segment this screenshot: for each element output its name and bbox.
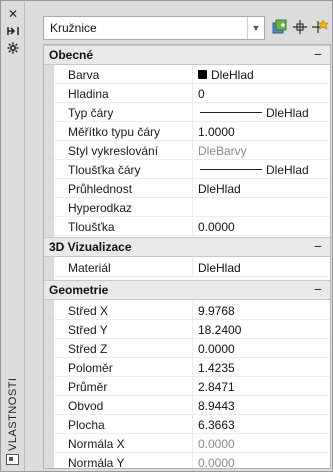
property-row-tloustka-cary[interactable]: Tloušťka čáry DleHlad <box>54 160 330 179</box>
property-value[interactable]: 0.0000 <box>198 342 235 356</box>
section-geometry-header[interactable]: Geometrie − <box>44 280 330 300</box>
pickadd-icon[interactable] <box>271 18 289 36</box>
property-row-normala-x[interactable]: Normála X 0.0000 <box>54 434 330 453</box>
property-value[interactable]: DleHlad <box>266 163 309 177</box>
property-value[interactable]: 1.4235 <box>198 361 235 375</box>
section-visualization-header[interactable]: 3D Vizualizace − <box>44 237 330 257</box>
property-row-prumer[interactable]: Průměr 2.8471 <box>54 377 330 396</box>
property-label: Materiál <box>68 261 111 275</box>
palette-title-bar[interactable]: ✕ VLASTNOSTI <box>2 2 25 471</box>
collapse-icon[interactable]: − <box>314 238 322 254</box>
property-label: Tloušťka čáry <box>68 163 141 177</box>
property-row-styl[interactable]: Styl vykreslování DleBarvy <box>54 141 330 160</box>
section-title: Geometrie <box>49 283 109 297</box>
property-label: Normála X <box>68 437 125 451</box>
property-value: DleBarvy <box>198 144 247 158</box>
property-row-stred-y[interactable]: Střed Y 18.2400 <box>54 320 330 339</box>
property-label: Poloměr <box>68 361 113 375</box>
property-row-polomer[interactable]: Poloměr 1.4235 <box>54 358 330 377</box>
property-value[interactable]: 1.0000 <box>198 125 235 139</box>
palette-toolbar: Kružnice ▼ <box>25 2 331 40</box>
property-label: Obvod <box>68 399 104 413</box>
property-value: 0.0000 <box>198 437 235 451</box>
property-row-stred-x[interactable]: Střed X 9.9768 <box>54 301 330 320</box>
property-row-hladina[interactable]: Hladina 0 <box>54 84 330 103</box>
property-value: 0.0000 <box>198 456 235 469</box>
property-row-hyperodkaz[interactable]: Hyperodkaz <box>54 198 330 217</box>
property-label: Měřítko typu čáry <box>68 125 161 139</box>
property-value[interactable]: 8.9443 <box>198 399 235 413</box>
palette-title: VLASTNOSTI <box>7 377 19 451</box>
property-value[interactable]: 6.3663 <box>198 418 235 432</box>
property-row-pruhlednost[interactable]: Průhlednost DleHlad <box>54 179 330 198</box>
property-row-meritko[interactable]: Měřítko typu čáry 1.0000 <box>54 122 330 141</box>
property-value[interactable]: 18.2400 <box>198 323 241 337</box>
property-value[interactable]: DleHlad <box>266 106 309 120</box>
property-label: Hyperodkaz <box>68 201 133 215</box>
object-type-select[interactable]: Kružnice ▼ <box>43 16 265 40</box>
property-label: Průměr <box>68 380 108 394</box>
property-label: Hladina <box>68 87 109 101</box>
property-value[interactable]: 2.8471 <box>198 380 235 394</box>
select-objects-icon[interactable] <box>291 18 309 36</box>
property-row-normala-y[interactable]: Normála Y 0.0000 <box>54 453 330 469</box>
property-row-tloustka[interactable]: Tloušťka 0.0000 <box>54 217 330 236</box>
lineweight-preview-icon <box>200 169 262 170</box>
property-value[interactable]: DleHlad <box>198 261 241 275</box>
properties-palette: ✕ VLASTNOSTI Kružnice ▼ Obecné − Barva D… <box>0 0 333 472</box>
section-title: Obecné <box>49 48 94 62</box>
property-row-obvod[interactable]: Obvod 8.9443 <box>54 396 330 415</box>
property-label: Střed Y <box>68 323 108 337</box>
palette-menu-icon[interactable] <box>6 454 19 465</box>
property-value[interactable]: 9.9768 <box>198 304 235 318</box>
close-icon[interactable]: ✕ <box>6 7 20 21</box>
property-row-typ-cary[interactable]: Typ čáry DleHlad <box>54 103 330 122</box>
property-row-stred-z[interactable]: Střed Z 0.0000 <box>54 339 330 358</box>
property-row-barva[interactable]: Barva DleHlad <box>54 65 330 84</box>
collapse-icon[interactable]: − <box>314 46 322 62</box>
color-swatch-icon <box>198 70 207 79</box>
collapse-icon[interactable]: − <box>314 281 322 297</box>
property-row-plocha[interactable]: Plocha 6.3663 <box>54 415 330 434</box>
property-label: Barva <box>68 68 100 82</box>
property-value[interactable]: DleHlad <box>198 182 241 196</box>
linetype-preview-icon <box>200 112 262 113</box>
property-label: Střed X <box>68 304 109 318</box>
property-label: Plocha <box>68 418 105 432</box>
property-value[interactable]: DleHlad <box>211 68 254 82</box>
property-label: Typ čáry <box>68 106 114 120</box>
property-label: Tloušťka <box>68 220 115 234</box>
section-general-header[interactable]: Obecné − <box>44 45 330 65</box>
section-title: 3D Vizualizace <box>49 240 132 254</box>
property-row-material[interactable]: Materiál DleHlad <box>54 258 330 277</box>
object-type-value: Kružnice <box>50 21 97 35</box>
palette-content: Kružnice ▼ Obecné − Barva DleHlad Hladin… <box>25 2 331 471</box>
property-value[interactable]: 0 <box>198 87 205 101</box>
chevron-down-icon[interactable]: ▼ <box>247 17 264 39</box>
property-label: Průhlednost <box>68 182 133 196</box>
settings-icon[interactable] <box>6 41 20 55</box>
property-label: Normála Y <box>68 456 125 469</box>
quick-select-icon[interactable] <box>311 18 329 36</box>
autohide-icon[interactable] <box>6 24 20 38</box>
property-label: Střed Z <box>68 342 108 356</box>
properties-grid[interactable]: Obecné − Barva DleHlad Hladina 0 Typ čár… <box>43 44 331 469</box>
property-value[interactable]: 0.0000 <box>198 220 235 234</box>
property-label: Styl vykreslování <box>68 144 159 158</box>
